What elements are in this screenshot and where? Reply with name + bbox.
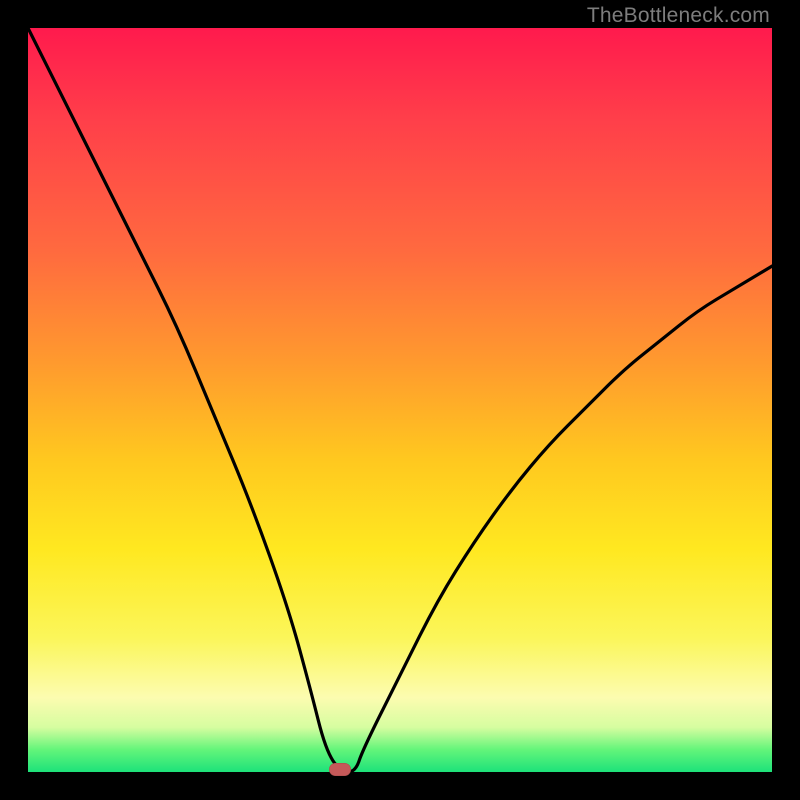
optimal-point-marker [329,763,351,776]
plot-area [28,28,772,772]
curve-svg [28,28,772,772]
chart-frame: TheBottleneck.com [0,0,800,800]
bottleneck-curve-path [28,28,772,772]
watermark-text: TheBottleneck.com [587,4,770,28]
